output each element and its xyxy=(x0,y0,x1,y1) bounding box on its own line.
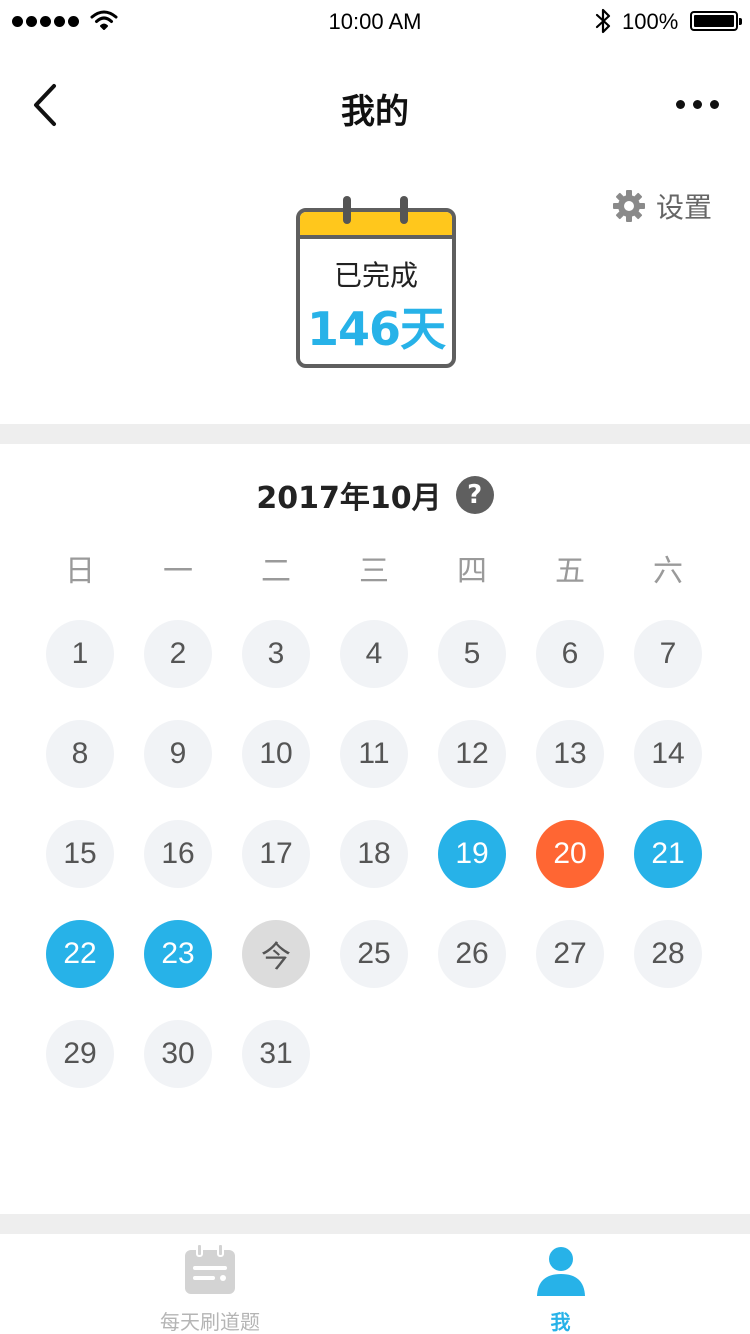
completed-days-card: 已完成 146天 xyxy=(296,196,456,368)
calendar-day-normal[interactable]: 25 xyxy=(340,920,408,988)
calendar-day-normal[interactable]: 14 xyxy=(634,720,702,788)
calendar-day-done[interactable]: 23 xyxy=(144,920,212,988)
section-divider xyxy=(0,1214,750,1234)
calendar-day-normal[interactable]: 7 xyxy=(634,620,702,688)
calendar-day-normal[interactable]: 13 xyxy=(536,720,604,788)
calendar-day-normal[interactable]: 6 xyxy=(536,620,604,688)
weekday-label: 一 xyxy=(163,554,193,589)
calendar-day-today[interactable]: 今 xyxy=(242,920,310,988)
gear-icon xyxy=(613,190,645,222)
calendar-card-header xyxy=(300,212,452,239)
settings-button[interactable]: 设置 xyxy=(612,186,712,226)
calendar-day-done[interactable]: 22 xyxy=(46,920,114,988)
weekday-label: 日 xyxy=(65,554,95,589)
calendar-day-normal[interactable]: 27 xyxy=(536,920,604,988)
calendar-day-normal[interactable]: 26 xyxy=(438,920,506,988)
calendar-day-normal[interactable]: 12 xyxy=(438,720,506,788)
month-header: 2017年10月 ? xyxy=(0,470,750,520)
help-button[interactable]: ? xyxy=(455,476,494,514)
calendar-day-normal[interactable]: 18 xyxy=(340,820,408,888)
calendar-day-normal[interactable]: 2 xyxy=(144,620,212,688)
calendar-day-normal[interactable]: 28 xyxy=(634,920,702,988)
calendar-day-done[interactable]: 19 xyxy=(438,820,506,888)
bluetooth-icon xyxy=(595,8,611,34)
tab-me-label: 我 xyxy=(550,1310,571,1334)
daily-question-icon xyxy=(185,1244,235,1294)
tab-daily-question-label: 每天刷道题 xyxy=(160,1310,260,1334)
tab-me[interactable]: 我 xyxy=(375,1234,750,1334)
navigation-bar: 我的 xyxy=(0,44,750,164)
status-bar: 10:00 AM 100% xyxy=(0,0,750,44)
calendar-day-normal[interactable]: 31 xyxy=(242,1020,310,1088)
calendar-day-normal[interactable]: 11 xyxy=(340,720,408,788)
user-icon xyxy=(537,1247,585,1296)
settings-label: 设置 xyxy=(656,191,713,224)
weekday-label: 三 xyxy=(359,554,389,589)
weekday-label: 四 xyxy=(457,554,487,589)
calendar-day-normal[interactable]: 10 xyxy=(242,720,310,788)
calendar-ring-icon xyxy=(343,196,351,224)
calendar-day-missed[interactable]: 20 xyxy=(536,820,604,888)
month-title: 2017年10月 xyxy=(256,481,442,516)
calendar-day-done[interactable]: 21 xyxy=(634,820,702,888)
tab-daily-question[interactable]: 每天刷道题 xyxy=(22,1234,397,1334)
more-dots-icon xyxy=(676,100,685,109)
weekday-label: 六 xyxy=(653,554,683,589)
page-title: 我的 xyxy=(341,92,409,132)
calendar-ring-icon xyxy=(400,196,408,224)
weekday-label: 二 xyxy=(261,554,291,589)
more-button[interactable] xyxy=(676,100,719,109)
completed-days-count: 146天 xyxy=(306,302,446,356)
battery-icon xyxy=(690,11,742,31)
calendar-day-normal[interactable]: 15 xyxy=(46,820,114,888)
calendar-day-normal[interactable]: 5 xyxy=(438,620,506,688)
calendar-day-normal[interactable]: 9 xyxy=(144,720,212,788)
calendar-day-normal[interactable]: 29 xyxy=(46,1020,114,1088)
section-divider xyxy=(0,424,750,444)
tab-bar: 每天刷道题 我 xyxy=(0,1234,750,1334)
calendar-day-normal[interactable]: 1 xyxy=(46,620,114,688)
calendar-day-normal[interactable]: 17 xyxy=(242,820,310,888)
calendar-day-normal[interactable]: 16 xyxy=(144,820,212,888)
weekday-header: 日一二三四五六 xyxy=(0,546,750,590)
completed-label: 已完成 xyxy=(333,259,418,292)
calendar-day-normal[interactable]: 8 xyxy=(46,720,114,788)
calendar-day-normal[interactable]: 3 xyxy=(242,620,310,688)
calendar-day-normal[interactable]: 4 xyxy=(340,620,408,688)
battery-percentage: 100% xyxy=(622,9,679,34)
calendar-day-normal[interactable]: 30 xyxy=(144,1020,212,1088)
weekday-label: 五 xyxy=(555,554,585,589)
